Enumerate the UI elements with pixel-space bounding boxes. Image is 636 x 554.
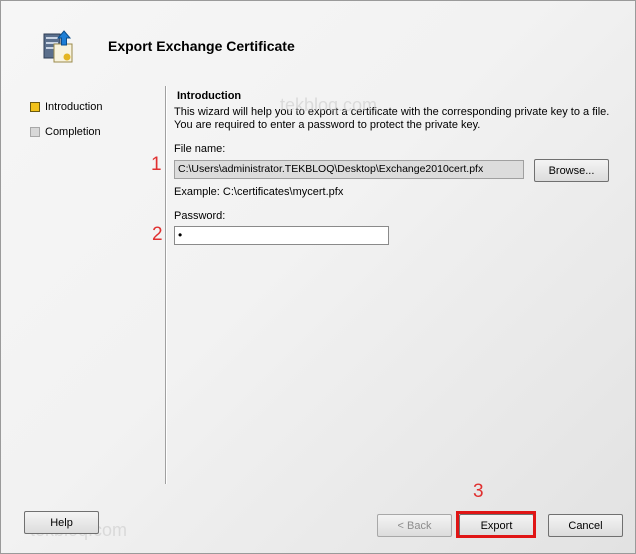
password-label: Password:	[174, 210, 226, 222]
wizard-window	[0, 0, 636, 554]
pane-divider	[165, 86, 166, 484]
callout-3: 3	[473, 481, 484, 502]
step-label: Introduction	[45, 100, 103, 113]
export-highlight-box	[456, 511, 536, 538]
wizard-header: Export Exchange Certificate	[0, 0, 636, 80]
browse-button[interactable]: Browse...	[534, 159, 609, 182]
step-completion: Completion	[30, 119, 102, 144]
active-step-icon	[30, 101, 40, 112]
section-title: Introduction	[177, 90, 242, 102]
certificate-export-icon	[43, 30, 73, 63]
wizard-title: Export Exchange Certificate	[108, 38, 295, 54]
file-name-field[interactable]: C:\Users\administrator.TEKBLOQ\Desktop\E…	[174, 160, 524, 179]
cancel-button[interactable]: Cancel	[548, 514, 623, 537]
file-name-label: File name:	[174, 143, 226, 155]
intro-description: This wizard will help you to export a ce…	[174, 106, 610, 131]
watermark: tekbloq.com	[280, 95, 378, 115]
help-button[interactable]: Help	[24, 511, 99, 534]
back-button[interactable]: < Back	[377, 514, 452, 537]
file-example-text: Example: C:\certificates\mycert.pfx	[174, 186, 344, 198]
step-label: Completion	[45, 125, 101, 138]
password-field[interactable]: •	[174, 226, 389, 245]
pending-step-icon	[30, 126, 40, 137]
wizard-steps: Introduction Completion	[30, 94, 102, 144]
callout-2: 2	[152, 224, 163, 245]
callout-1: 1	[151, 154, 162, 175]
step-introduction: Introduction	[30, 94, 102, 119]
